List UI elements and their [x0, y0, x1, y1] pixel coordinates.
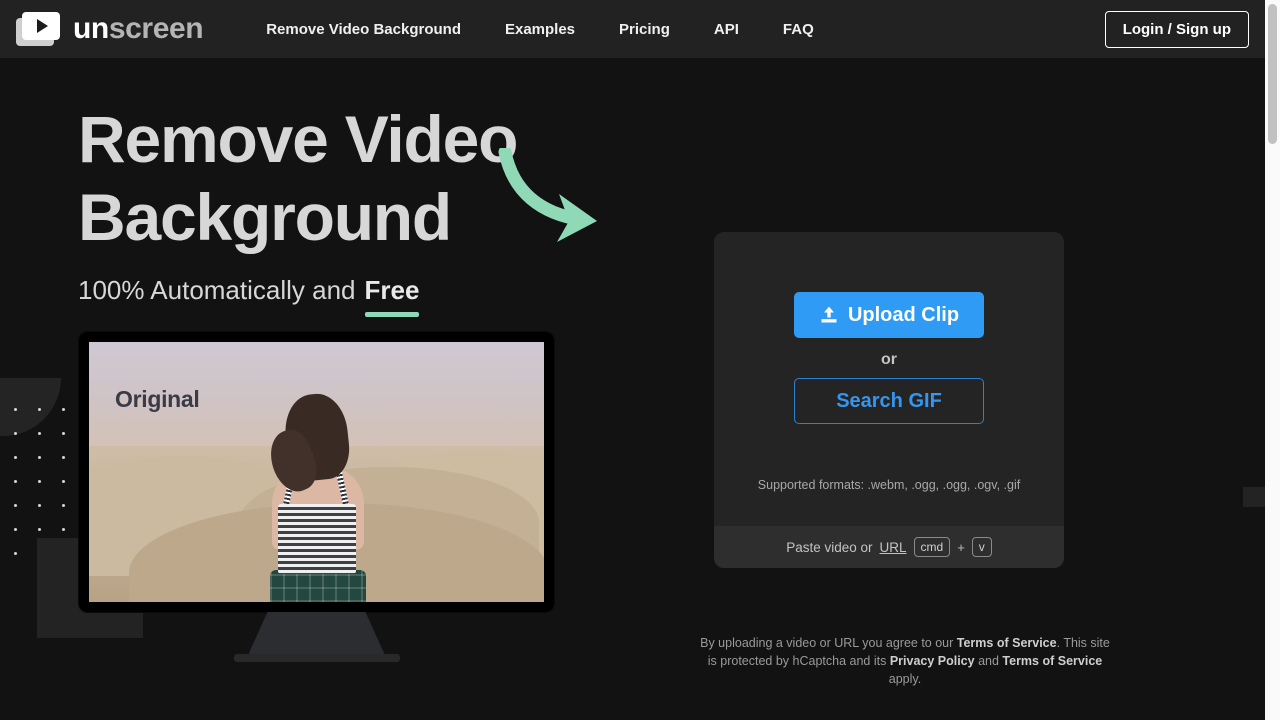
hero-title-line2: Background: [78, 180, 451, 254]
decorative-dot: [62, 480, 65, 483]
wordmark: unscreen: [73, 12, 203, 46]
nav-item-examples[interactable]: Examples: [505, 13, 575, 46]
decorative-dot: [14, 456, 17, 459]
or-separator-label: or: [881, 351, 897, 369]
keycap-v: v: [972, 537, 992, 557]
search-gif-button[interactable]: Search GIF: [794, 378, 984, 424]
hero-subtitle-prefix: 100% Automatically and: [78, 275, 356, 306]
upload-clip-button[interactable]: Upload Clip: [794, 292, 984, 338]
upload-card-body: Upload Clip or Search GIF Supported form…: [714, 232, 1064, 526]
monitor-base: [234, 654, 400, 662]
video-preview-mockup: Original: [79, 332, 554, 662]
curved-arrow-right-icon: [497, 148, 607, 248]
legal-disclaimer: By uploading a video or URL you agree to…: [700, 634, 1110, 688]
logo[interactable]: unscreen: [16, 12, 203, 46]
decorative-dot: [14, 480, 17, 483]
terms-of-service-link-2[interactable]: Terms of Service: [1002, 654, 1102, 668]
decorative-dot: [62, 528, 65, 531]
page-title: Remove Video Background: [78, 100, 517, 256]
paste-video-bar[interactable]: Paste video or URL cmd + v: [714, 526, 1064, 568]
decorative-dot: [38, 432, 41, 435]
site-header: unscreen Remove Video Background Example…: [0, 0, 1265, 58]
monitor-screen: Original: [89, 342, 544, 602]
decorative-dot: [38, 504, 41, 507]
upload-clip-label: Upload Clip: [848, 304, 959, 327]
hero-title-line1: Remove Video: [78, 102, 517, 176]
decorative-dot: [38, 408, 41, 411]
keycap-plus: +: [957, 540, 965, 555]
decorative-dot: [62, 456, 65, 459]
decorative-dot: [38, 480, 41, 483]
hero-subtitle-highlight: Free: [365, 275, 420, 312]
decorative-dot: [62, 504, 65, 507]
nav-item-pricing[interactable]: Pricing: [619, 13, 670, 46]
page-scrollbar-thumb[interactable]: [1268, 4, 1277, 144]
privacy-policy-link[interactable]: Privacy Policy: [890, 654, 975, 668]
decorative-dot: [14, 528, 17, 531]
decorative-dot: [38, 528, 41, 531]
monitor-frame: Original: [79, 332, 554, 612]
supported-formats-text: Supported formats: .webm, .ogg, .ogg, .o…: [758, 478, 1020, 492]
wordmark-part2: screen: [109, 12, 203, 45]
terms-of-service-link-1[interactable]: Terms of Service: [957, 636, 1057, 650]
decorative-dot: [14, 432, 17, 435]
legal-text-part1: By uploading a video or URL you agree to…: [700, 636, 957, 650]
upload-tray-icon: [819, 305, 839, 325]
decorative-dot: [62, 408, 65, 411]
paste-bar-text: Paste video or: [786, 540, 872, 555]
decorative-dot: [14, 408, 17, 411]
decorative-dot: [14, 504, 17, 507]
legal-text-part3: and: [975, 654, 1003, 668]
hero-subtitle: 100% Automatically and Free: [78, 275, 517, 312]
legal-text-part4: apply.: [889, 672, 921, 686]
main-navigation: Remove Video Background Examples Pricing…: [266, 13, 858, 46]
monitor-stand: [79, 612, 554, 654]
decorative-dot: [14, 552, 17, 555]
nav-item-faq[interactable]: FAQ: [783, 13, 814, 46]
paste-bar-url-link[interactable]: URL: [880, 540, 907, 555]
nav-item-remove-video-background[interactable]: Remove Video Background: [266, 13, 461, 46]
hero-section: Remove Video Background 100% Automatical…: [78, 100, 517, 312]
nav-item-api[interactable]: API: [714, 13, 739, 46]
upload-card: Upload Clip or Search GIF Supported form…: [714, 232, 1064, 568]
page-scrollbar[interactable]: [1265, 0, 1280, 720]
preview-label-original: Original: [115, 386, 200, 413]
wordmark-part1: un: [73, 12, 109, 45]
login-signup-button[interactable]: Login / Sign up: [1105, 11, 1249, 48]
decorative-dot: [38, 456, 41, 459]
keycap-cmd: cmd: [914, 537, 951, 557]
decorative-dot: [62, 432, 65, 435]
video-play-stack-icon: [16, 12, 62, 46]
